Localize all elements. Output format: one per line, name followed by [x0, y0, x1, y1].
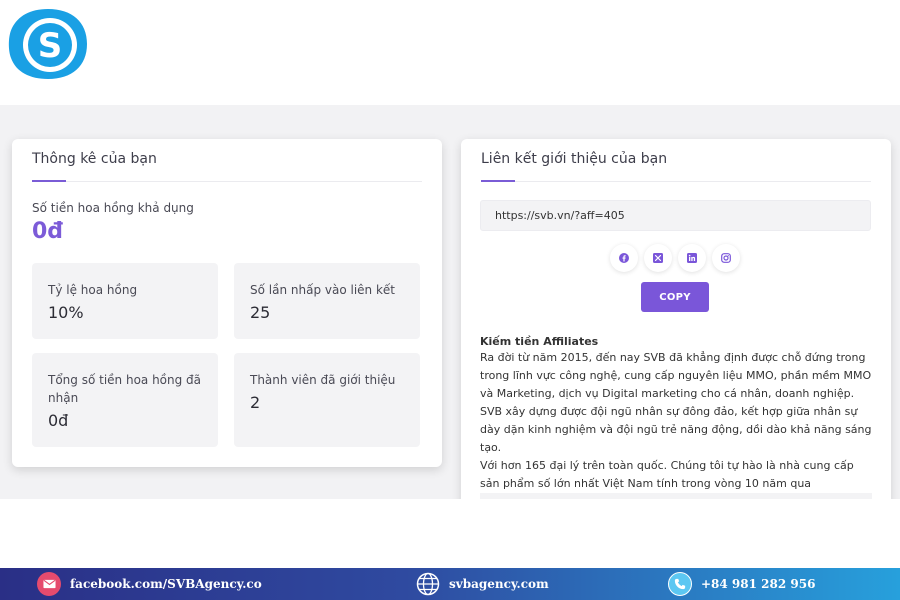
affiliate-description: Ra đời từ năm 2015, đến nay SVB đã khẳng… — [480, 351, 872, 454]
referral-card: Liên kết giới thiệu của bạn https://svb.… — [461, 139, 891, 499]
mail-icon — [37, 572, 61, 596]
footer-phone-text: +84 981 282 956 — [701, 577, 816, 591]
footer-phone[interactable]: +84 981 282 956 — [668, 572, 815, 596]
affiliate-description-2: Với hơn 165 đại lý trên toàn quốc. Chúng… — [480, 459, 854, 490]
stat-link-clicks: Số lần nhấp vào liên kết 25 — [234, 263, 420, 339]
footer-facebook[interactable]: facebook.com/SVBAgency.co — [37, 572, 262, 596]
footer-website[interactable]: svbagency.com — [416, 572, 549, 596]
phone-icon — [668, 572, 692, 596]
stat-value: 25 — [250, 303, 271, 322]
referral-link-field[interactable]: https://svb.vn/?aff=405 — [480, 200, 871, 231]
x-icon — [653, 253, 663, 263]
content-area: Thông kê của bạn Số tiền hoa hồng khả dụ… — [0, 105, 900, 499]
stat-label: Thành viên đã giới thiệu — [250, 373, 396, 387]
stats-card-title: Thông kê của bạn — [32, 151, 157, 167]
affiliate-title: Kiếm tiền Affiliates — [480, 335, 599, 348]
available-commission-value: 0đ — [32, 219, 64, 244]
affiliate-next-block — [480, 493, 872, 499]
linkedin-icon — [687, 253, 697, 263]
stat-value: 10% — [48, 303, 84, 322]
stat-total-commission: Tổng số tiền hoa hồng đã nhận 0đ — [32, 353, 218, 447]
referral-card-title: Liên kết giới thiệu của bạn — [481, 151, 668, 167]
stat-referred-members: Thành viên đã giới thiệu 2 — [234, 353, 420, 447]
stat-label: Tỷ lệ hoa hồng — [48, 283, 138, 297]
logo-letter: S — [38, 26, 63, 66]
brand-logo[interactable]: S — [6, 6, 90, 82]
share-facebook-button[interactable] — [610, 244, 638, 272]
share-linkedin-button[interactable] — [678, 244, 706, 272]
referral-card-divider — [481, 180, 871, 182]
copy-link-button[interactable]: COPY — [641, 282, 709, 312]
stat-commission-rate: Tỷ lệ hoa hồng 10% — [32, 263, 218, 339]
footer-website-text: svbagency.com — [449, 577, 549, 591]
footer-banner: facebook.com/SVBAgency.co svbagency.com … — [0, 568, 900, 600]
facebook-icon — [619, 253, 629, 263]
stats-card-divider — [32, 180, 422, 182]
stat-value: 2 — [250, 393, 261, 412]
stats-card: Thông kê của bạn Số tiền hoa hồng khả dụ… — [12, 139, 442, 467]
share-buttons — [610, 244, 740, 272]
available-commission-label: Số tiền hoa hồng khả dụng — [32, 201, 194, 215]
share-instagram-button[interactable] — [712, 244, 740, 272]
footer-facebook-text: facebook.com/SVBAgency.co — [70, 577, 262, 591]
stat-label: Tổng số tiền hoa hồng đã nhận — [48, 373, 202, 405]
instagram-icon — [721, 253, 731, 263]
share-x-button[interactable] — [644, 244, 672, 272]
stat-value: 0đ — [48, 411, 69, 430]
globe-icon — [416, 572, 440, 596]
stat-label: Số lần nhấp vào liên kết — [250, 283, 395, 297]
